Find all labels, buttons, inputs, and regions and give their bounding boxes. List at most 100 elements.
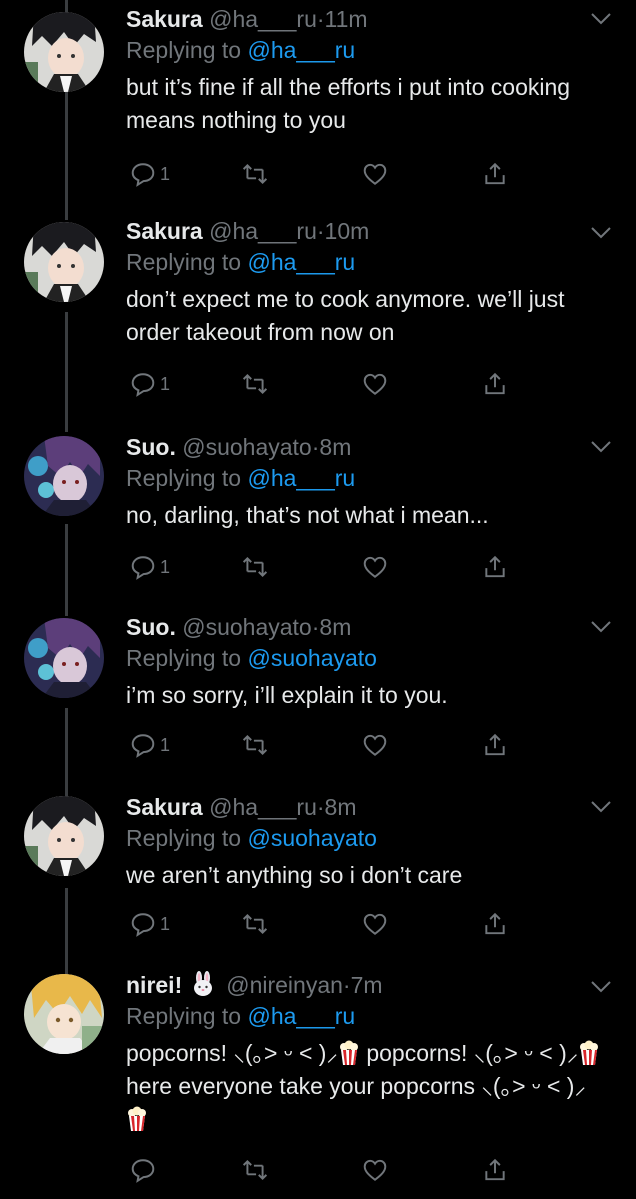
tweet-header: Suo. @suohayato·8m xyxy=(126,432,606,462)
username[interactable]: @nireinyan xyxy=(226,972,343,998)
reply-count: 1 xyxy=(160,734,171,755)
chevron-down-icon[interactable] xyxy=(590,12,612,26)
like-button[interactable] xyxy=(362,1153,388,1187)
heart-icon xyxy=(363,163,387,185)
like-button[interactable] xyxy=(362,728,388,762)
reply-button[interactable]: 1 xyxy=(130,907,170,941)
retweet-button[interactable] xyxy=(242,907,268,941)
reply-button[interactable]: 1 xyxy=(130,728,170,762)
mention-link[interactable]: @ha___ru xyxy=(247,249,355,275)
mention-link[interactable]: @ha___ru xyxy=(247,37,355,63)
tweet-text-part: popcorns! ⸜(｡˃ ᵕ ˂ )⸝ xyxy=(359,1040,579,1066)
timestamp[interactable]: 8m xyxy=(325,794,357,820)
reply-button[interactable] xyxy=(130,1153,160,1187)
replying-to: Replying to @ha___ru xyxy=(126,34,606,66)
tweet-text: we aren’t anything so i don’t care xyxy=(126,862,463,888)
avatar-sakura[interactable] xyxy=(24,222,104,302)
reply-icon xyxy=(131,163,155,187)
tweet-text-part: popcorns! ⸜(｡˃ ᵕ ˂ )⸝ xyxy=(126,1040,338,1066)
chevron-down-icon[interactable] xyxy=(590,440,612,454)
thread-line xyxy=(65,708,68,796)
mention-link[interactable]: @suohayato xyxy=(247,645,377,671)
separator-dot: · xyxy=(316,6,325,32)
share-button[interactable] xyxy=(482,728,508,762)
chevron-down-icon[interactable] xyxy=(590,620,612,634)
share-button[interactable] xyxy=(482,367,508,401)
timestamp[interactable]: 8m xyxy=(319,614,351,640)
display-name[interactable]: Suo. xyxy=(126,434,176,460)
like-button[interactable] xyxy=(362,550,388,584)
display-name[interactable]: Sakura xyxy=(126,794,203,820)
timestamp[interactable]: 11m xyxy=(325,6,368,32)
share-icon xyxy=(485,1158,505,1181)
display-name[interactable]: Sakura xyxy=(126,6,203,32)
username[interactable]: @ha___ru xyxy=(209,6,317,32)
like-button[interactable] xyxy=(362,367,388,401)
avatar-suo[interactable] xyxy=(24,618,104,698)
username[interactable]: @ha___ru xyxy=(209,218,317,244)
chevron-down-icon[interactable] xyxy=(590,226,612,240)
reply-icon xyxy=(131,1159,155,1183)
username[interactable]: @ha___ru xyxy=(209,794,317,820)
avatar-suo[interactable] xyxy=(24,436,104,516)
retweet-icon xyxy=(242,1159,268,1181)
username[interactable]: @suohayato xyxy=(182,614,312,640)
username[interactable]: @suohayato xyxy=(182,434,312,460)
reply-button[interactable]: 1 xyxy=(130,550,170,584)
share-button[interactable] xyxy=(482,907,508,941)
retweet-button[interactable] xyxy=(242,367,268,401)
popcorn-icon xyxy=(580,1040,599,1065)
mention-link[interactable]: @ha___ru xyxy=(247,1003,355,1029)
share-button[interactable] xyxy=(482,157,508,191)
retweet-icon xyxy=(242,913,268,935)
retweet-icon xyxy=(242,163,268,185)
replying-label: Replying to xyxy=(126,825,248,851)
reply-button[interactable]: 1 xyxy=(130,367,170,401)
separator-dot: · xyxy=(316,794,325,820)
share-button[interactable] xyxy=(482,1153,508,1187)
tweet-text: i’m so sorry, i’ll explain it to you. xyxy=(126,682,448,708)
like-button[interactable] xyxy=(362,907,388,941)
reply-icon xyxy=(131,373,155,397)
retweet-button[interactable] xyxy=(242,550,268,584)
timestamp[interactable]: 10m xyxy=(325,218,370,244)
retweet-icon xyxy=(242,373,268,395)
reply-count: 1 xyxy=(160,913,171,934)
display-name[interactable]: Sakura xyxy=(126,218,203,244)
replying-to: Replying to @suohayato xyxy=(126,642,606,674)
reply-count: 1 xyxy=(160,163,171,184)
tweet-text: popcorns! ⸜(｡˃ ᵕ ˂ )⸝ popcorns! ⸜(｡˃ ᵕ ˂… xyxy=(126,1037,606,1136)
retweet-button[interactable] xyxy=(242,728,268,762)
avatar-sakura[interactable] xyxy=(24,796,104,876)
chevron-down-icon[interactable] xyxy=(590,800,612,814)
tweet-actions: 1 xyxy=(126,728,516,762)
thread-view: Sakura @ha___ru·11m Replying to @ha___ru… xyxy=(0,0,636,1199)
reply-count: 1 xyxy=(160,556,171,577)
retweet-button[interactable] xyxy=(242,1153,268,1187)
reply-icon xyxy=(131,734,155,758)
thread-line xyxy=(65,524,68,616)
avatar-nirei[interactable] xyxy=(24,974,104,1054)
tweet-header: nirei! @nireinyan·7m xyxy=(126,970,606,1000)
display-name[interactable]: nirei! xyxy=(126,972,182,998)
like-button[interactable] xyxy=(362,157,388,191)
tweet-actions: 1 xyxy=(126,907,516,941)
mention-link[interactable]: @suohayato xyxy=(247,825,377,851)
heart-icon xyxy=(363,373,387,395)
tweet-actions xyxy=(126,1153,516,1187)
retweet-button[interactable] xyxy=(242,157,268,191)
tweet-actions: 1 xyxy=(126,367,516,401)
share-button[interactable] xyxy=(482,550,508,584)
timestamp[interactable]: 8m xyxy=(319,434,351,460)
chevron-down-icon[interactable] xyxy=(590,980,612,994)
tweet-header: Sakura @ha___ru·8m xyxy=(126,792,606,822)
thread-line xyxy=(65,888,68,974)
avatar-sakura[interactable] xyxy=(24,12,104,92)
replying-to: Replying to @ha___ru xyxy=(126,462,606,494)
replying-label: Replying to xyxy=(126,249,248,275)
reply-button[interactable]: 1 xyxy=(130,157,170,191)
display-name[interactable]: Suo. xyxy=(126,614,176,640)
timestamp[interactable]: 7m xyxy=(351,972,383,998)
mention-link[interactable]: @ha___ru xyxy=(247,465,355,491)
thread-line xyxy=(65,0,68,12)
